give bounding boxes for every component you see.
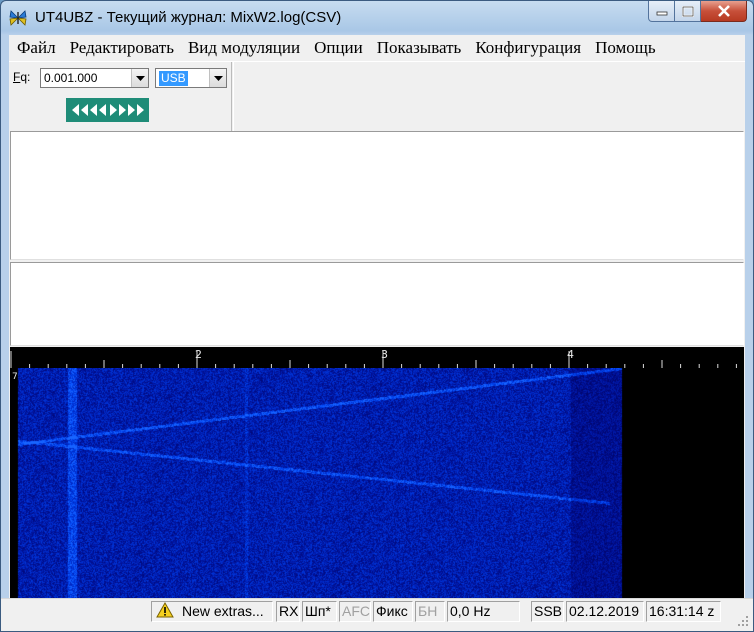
waterfall-spectrogram[interactable] [10, 368, 744, 600]
status-mode[interactable]: SSB [531, 601, 564, 622]
frequency-ruler[interactable] [10, 347, 744, 368]
close-button[interactable] [701, 1, 747, 22]
menu-view[interactable]: Показывать [370, 38, 469, 58]
main-window: UT4UBZ - Текущий журнал: MixW2.log(CSV) … [0, 0, 754, 632]
status-message[interactable]: New extras... [151, 601, 273, 622]
ruler-label-3: 3 [381, 348, 388, 361]
minimize-button[interactable] [648, 1, 675, 22]
tune-arrows-button[interactable] [66, 98, 149, 122]
maximize-button[interactable] [675, 1, 701, 22]
mode-dropdown-button[interactable] [209, 69, 226, 87]
menu-help[interactable]: Помощь [588, 38, 663, 58]
resize-grip-icon[interactable] [737, 615, 749, 627]
close-icon [717, 5, 730, 17]
receive-text-pane[interactable] [10, 131, 744, 260]
status-bn[interactable]: БН [415, 601, 445, 622]
warning-icon [156, 602, 174, 618]
mode-combo[interactable]: USB [155, 68, 227, 88]
status-font[interactable]: Шп* [302, 601, 337, 622]
menu-configuration[interactable]: Конфигурация [468, 38, 588, 58]
dropdown-arrow-icon [135, 75, 145, 81]
status-bar: New extras... RX Шп* AFC Фикс БН 0,0 Hz … [1, 598, 753, 631]
frequency-label: Fq: [13, 70, 31, 84]
waterfall-marker: 7 [12, 372, 18, 382]
mode-value-box[interactable]: USB [156, 69, 209, 87]
minimize-icon [656, 11, 667, 16]
status-rx[interactable]: RX [276, 601, 300, 622]
status-date: 02.12.2019 [566, 601, 644, 622]
status-time: 16:31:14 z [646, 601, 721, 622]
menu-modulation[interactable]: Вид модуляции [181, 38, 307, 58]
dropdown-arrow-icon [213, 75, 223, 81]
toolbar: Fq: 0.001.000 USB [9, 61, 745, 132]
menu-options[interactable]: Опции [307, 38, 370, 58]
app-butterfly-icon[interactable] [9, 9, 27, 27]
status-fix[interactable]: Фикс [373, 601, 413, 622]
ruler-label-4: 4 [567, 348, 574, 361]
menu-file[interactable]: Файл [10, 38, 63, 58]
title-bar[interactable]: UT4UBZ - Текущий журнал: MixW2.log(CSV) [1, 1, 753, 35]
window-title: UT4UBZ - Текущий журнал: MixW2.log(CSV) [35, 9, 342, 26]
frequency-dropdown-button[interactable] [131, 69, 148, 87]
client-area: Файл Редактировать Вид модуляции Опции П… [9, 35, 745, 631]
frequency-combo[interactable]: 0.001.000 [40, 68, 149, 88]
transmit-text-pane[interactable] [10, 262, 744, 346]
waterfall-display[interactable]: 2 3 4 7 [10, 347, 744, 600]
maximize-icon [681, 5, 694, 17]
status-offset[interactable]: 0,0 Hz [447, 601, 520, 622]
frequency-value[interactable]: 0.001.000 [41, 69, 131, 87]
menu-edit[interactable]: Редактировать [63, 38, 181, 58]
ruler-label-2: 2 [195, 348, 202, 361]
frequency-panel: Fq: 0.001.000 USB [9, 62, 232, 132]
menu-bar: Файл Редактировать Вид модуляции Опции П… [9, 35, 745, 61]
status-afc[interactable]: AFC [339, 601, 371, 622]
tune-arrows-icon [71, 104, 144, 116]
mode-value: USB [159, 71, 188, 86]
